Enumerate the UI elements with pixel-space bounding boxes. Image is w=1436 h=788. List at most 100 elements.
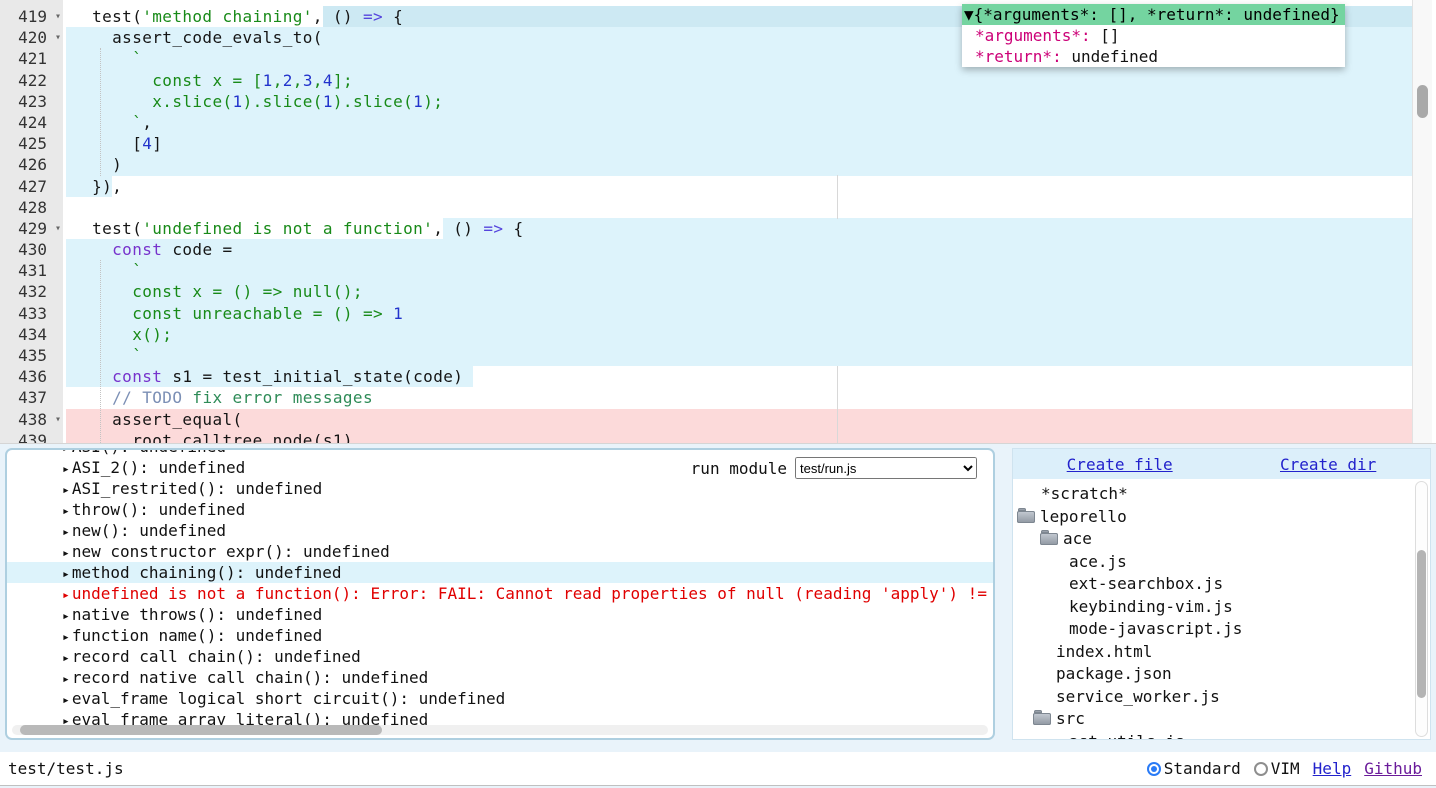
expand-arrow-icon[interactable]: ▸: [62, 504, 70, 519]
expand-arrow-icon[interactable]: ▸: [62, 483, 70, 498]
line-number[interactable]: 437: [18, 388, 47, 407]
file-tree-item[interactable]: service_worker.js: [1013, 686, 1430, 709]
line-number[interactable]: 434: [18, 325, 47, 344]
code-line[interactable]: `,: [63, 112, 1412, 133]
file-tree-item[interactable]: package.json: [1013, 663, 1430, 686]
code-line[interactable]: const unreachable = () => 1: [63, 303, 1412, 324]
line-number[interactable]: 439: [18, 431, 47, 444]
results-scrollbar-thumb[interactable]: [20, 725, 382, 735]
code-line[interactable]: root_calltree_node(s1): [63, 430, 1412, 444]
test-result-item[interactable]: ▸ASI_restrited(): undefined: [7, 478, 993, 499]
expand-arrow-icon[interactable]: ▸: [62, 609, 70, 624]
code-line[interactable]: const x = [1,2,3,4];: [63, 70, 1412, 91]
line-number[interactable]: 423: [18, 92, 47, 111]
line-number[interactable]: 432: [18, 282, 47, 301]
create-file-link[interactable]: Create file: [1067, 455, 1173, 474]
help-link[interactable]: Help: [1313, 759, 1352, 778]
file-tree-item[interactable]: mode-javascript.js: [1013, 618, 1430, 641]
line-number-gutter: 419 ▾ 420 ▾ 421 422 423 424 425 426 427 428 429 ▾ 430 4…: [0, 0, 63, 443]
github-link[interactable]: Github: [1364, 759, 1422, 778]
test-result-item[interactable]: ▸method chaining(): undefined: [7, 562, 993, 583]
line-number[interactable]: 428: [18, 198, 47, 217]
file-tree-item[interactable]: ace.js: [1013, 551, 1430, 574]
value-inspector-row[interactable]: *return*: undefined: [962, 46, 1345, 67]
fold-arrow-icon[interactable]: ▾: [55, 409, 61, 430]
test-result-item[interactable]: ▸native throws(): undefined: [7, 604, 993, 625]
keybinding-vim-option[interactable]: VIM: [1254, 759, 1300, 778]
file-tree-item[interactable]: index.html: [1013, 641, 1430, 664]
line-number[interactable]: 438: [18, 410, 47, 429]
code-line[interactable]: assert_equal(: [63, 409, 1412, 430]
code-line[interactable]: const s1 = test_initial_state(code): [63, 366, 1412, 387]
line-number[interactable]: 426: [18, 155, 47, 174]
run-module-select[interactable]: test/run.js: [795, 457, 977, 479]
test-result-item[interactable]: ▸new(): undefined: [7, 520, 993, 541]
line-number[interactable]: 427: [18, 177, 47, 196]
expand-arrow-icon[interactable]: ▸: [62, 651, 70, 666]
expand-arrow-icon[interactable]: ▸: [62, 588, 70, 603]
code-line[interactable]: `: [63, 345, 1412, 366]
line-number[interactable]: 433: [18, 304, 47, 323]
line-number[interactable]: 435: [18, 346, 47, 365]
line-number[interactable]: 430: [18, 240, 47, 259]
results-horizontal-scrollbar[interactable]: [12, 725, 988, 735]
radio-vim[interactable]: [1254, 762, 1268, 776]
file-tree-item[interactable]: ext-searchbox.js: [1013, 573, 1430, 596]
file-tree-item[interactable]: leporello: [1013, 506, 1430, 529]
code-line[interactable]: [63, 197, 1412, 218]
code-line[interactable]: `: [63, 260, 1412, 281]
expand-arrow-icon[interactable]: ▸: [62, 462, 70, 477]
radio-standard[interactable]: [1147, 762, 1161, 776]
code-line[interactable]: // TODO fix error messages: [63, 387, 1412, 408]
test-result-item[interactable]: ▸throw(): undefined: [7, 499, 993, 520]
test-result-item[interactable]: ▸function name(): undefined: [7, 625, 993, 646]
code-line[interactable]: [4]: [63, 133, 1412, 154]
expand-arrow-icon[interactable]: ▸: [62, 546, 70, 561]
expand-arrow-icon[interactable]: ▸: [62, 525, 70, 540]
code-line[interactable]: const code =: [63, 239, 1412, 260]
file-tree-item[interactable]: ast_utils.js: [1013, 731, 1430, 741]
code-line[interactable]: x.slice(1).slice(1).slice(1);: [63, 91, 1412, 112]
test-result-item[interactable]: ▸ASI(): undefined: [7, 448, 993, 457]
line-number[interactable]: 422: [18, 71, 47, 90]
expand-arrow-icon[interactable]: ▸: [62, 567, 70, 582]
code-line[interactable]: const x = () => null();: [63, 281, 1412, 302]
file-tree-item[interactable]: ace: [1013, 528, 1430, 551]
fold-arrow-icon[interactable]: ▾: [55, 27, 61, 48]
expand-arrow-icon[interactable]: ▸: [62, 630, 70, 645]
test-result-item[interactable]: ▸record call chain(): undefined: [7, 646, 993, 667]
expand-arrow-icon[interactable]: ▸: [62, 672, 70, 687]
test-result-item[interactable]: ▸undefined is not a function(): Error: F…: [7, 583, 993, 604]
value-inspector-selected-row[interactable]: ▼{*arguments*: [], *return*: undefined}: [962, 4, 1345, 25]
line-number[interactable]: 420: [18, 28, 47, 47]
code-line[interactable]: ): [63, 154, 1412, 175]
line-number[interactable]: 436: [18, 367, 47, 386]
test-result-item[interactable]: ▸record native call chain(): undefined: [7, 667, 993, 688]
test-result-item[interactable]: ▸eval_frame logical short circuit(): und…: [7, 688, 993, 709]
files-scrollbar-thumb[interactable]: [1417, 550, 1426, 698]
editor-scrollbar[interactable]: [1412, 0, 1432, 443]
line-number[interactable]: 421: [18, 49, 47, 68]
line-number[interactable]: 424: [18, 113, 47, 132]
code-line[interactable]: x();: [63, 324, 1412, 345]
fold-arrow-icon[interactable]: ▾: [55, 218, 61, 239]
files-vertical-scrollbar[interactable]: [1415, 481, 1428, 737]
create-dir-link[interactable]: Create dir: [1280, 455, 1376, 474]
editor-scrollbar-thumb[interactable]: [1417, 85, 1428, 118]
expand-arrow-icon[interactable]: ▸: [62, 693, 70, 708]
line-number[interactable]: 425: [18, 134, 47, 153]
fold-arrow-icon[interactable]: ▾: [55, 6, 61, 27]
expand-arrow-icon[interactable]: ▸: [62, 448, 70, 456]
line-number[interactable]: 431: [18, 261, 47, 280]
code-editor[interactable]: test('method chaining', () => { assert_c…: [0, 0, 1436, 444]
code-line[interactable]: }),: [63, 176, 1412, 197]
line-number[interactable]: 429: [18, 219, 47, 238]
file-tree-item[interactable]: src: [1013, 708, 1430, 731]
code-line[interactable]: test('undefined is not a function', () =…: [63, 218, 1412, 239]
file-tree-item[interactable]: *scratch*: [1013, 483, 1430, 506]
test-result-item[interactable]: ▸new constructor expr(): undefined: [7, 541, 993, 562]
file-tree-item[interactable]: keybinding-vim.js: [1013, 596, 1430, 619]
line-number[interactable]: 419: [18, 7, 47, 26]
value-inspector-row[interactable]: *arguments*: []: [962, 25, 1345, 46]
keybinding-standard-option[interactable]: Standard: [1147, 759, 1241, 778]
